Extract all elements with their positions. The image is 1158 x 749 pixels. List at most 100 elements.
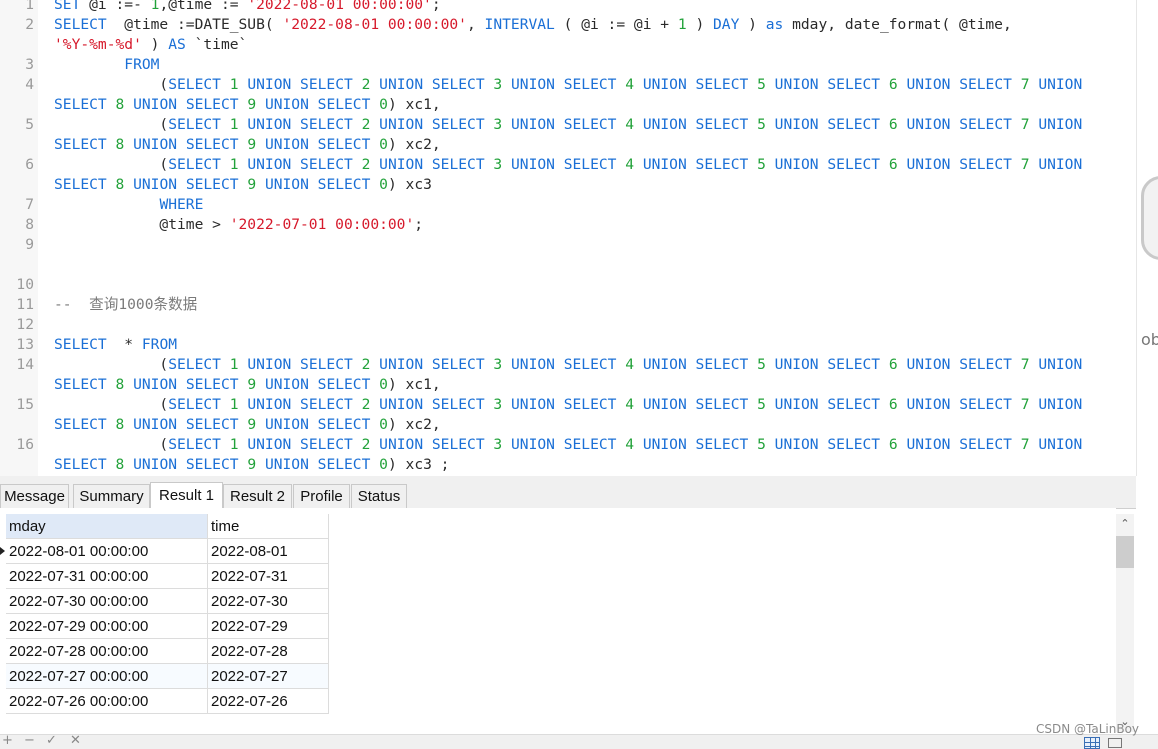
- code-token: 9: [247, 456, 257, 473]
- scroll-thumb[interactable]: [1116, 536, 1134, 568]
- table-row[interactable]: 2022-08-01 00:00:00 2022-08-01: [0, 539, 330, 564]
- code-token: SELECT: [54, 416, 107, 433]
- code-token: UNION SELECT: [642, 116, 749, 133]
- cell-time[interactable]: 2022-07-29: [208, 614, 329, 639]
- table-row[interactable]: 2022-07-26 00:00:00 2022-07-26: [0, 689, 330, 714]
- code-token: 9: [247, 96, 257, 113]
- code-token: UNION SELECT: [642, 76, 749, 93]
- scroll-up-icon[interactable]: ⌃: [1116, 516, 1134, 532]
- code-token: UNION SELECT: [511, 156, 617, 173]
- cell-time[interactable]: 2022-07-26: [208, 689, 329, 714]
- discard-changes-icon[interactable]: ✕: [70, 733, 81, 748]
- code-token: 5: [757, 436, 766, 453]
- table-row[interactable]: 2022-07-29 00:00:00 2022-07-29: [0, 614, 330, 639]
- cell-time[interactable]: 2022-07-27: [208, 664, 329, 689]
- code-token: (: [54, 116, 169, 133]
- form-view-icon[interactable]: [1108, 738, 1122, 748]
- cell-mday[interactable]: 2022-08-01 00:00:00: [6, 539, 208, 564]
- table-row[interactable]: 2022-07-31 00:00:00 2022-07-31: [0, 564, 330, 589]
- tab-summary[interactable]: Summary: [73, 484, 150, 508]
- code-token: AS: [168, 36, 186, 53]
- apply-changes-icon[interactable]: ✓: [46, 733, 57, 748]
- code-token: SELECT: [168, 76, 221, 93]
- table-row[interactable]: 2022-07-27 00:00:00 2022-07-27: [0, 664, 330, 689]
- tab-profile[interactable]: Profile: [293, 484, 350, 508]
- add-record-icon[interactable]: +: [2, 733, 13, 748]
- cell-time[interactable]: 2022-07-31: [208, 564, 329, 589]
- table-row[interactable]: 2022-07-28 00:00:00 2022-07-28: [0, 639, 330, 664]
- code-token: UNION SELECT: [379, 116, 485, 133]
- code-token: 8: [115, 136, 125, 153]
- tab-status[interactable]: Status: [351, 484, 407, 508]
- cell-time[interactable]: 2022-07-28: [208, 639, 329, 664]
- code-token: UNION SELECT: [774, 396, 881, 413]
- cell-mday[interactable]: 2022-07-29 00:00:00: [6, 614, 208, 639]
- grid-view-icon[interactable]: [1084, 737, 1100, 749]
- code-token: 3: [493, 76, 503, 93]
- tab-result-1[interactable]: Result 1: [150, 482, 223, 509]
- sql-editor[interactable]: 1 SET @i :=- 1,@time := '2022-08-01 00:00…: [0, 0, 1136, 476]
- code-token: UNION SELECT: [511, 396, 617, 413]
- cell-time[interactable]: 2022-08-01: [208, 539, 329, 564]
- cell-time[interactable]: 2022-07-30: [208, 589, 329, 614]
- code-text: (SELECT 1 UNION SELECT 2 UNION SELECT 3 …: [54, 355, 1082, 375]
- cell-mday[interactable]: 2022-07-30 00:00:00: [6, 589, 208, 614]
- cell-mday[interactable]: 2022-07-26 00:00:00: [6, 689, 208, 714]
- code-token: 8: [115, 416, 125, 433]
- results-vertical-scrollbar[interactable]: ⌃ ⌄: [1116, 514, 1134, 732]
- code-token: 8: [115, 376, 125, 393]
- tab-result-2[interactable]: Result 2: [223, 484, 292, 508]
- code-token: 1: [229, 116, 239, 133]
- code-text: SELECT @time :=DATE_SUB( '2022-08-01 00:…: [54, 15, 1012, 35]
- code-text: (SELECT 1 UNION SELECT 2 UNION SELECT 3 …: [54, 395, 1082, 415]
- code-token: 6: [888, 436, 898, 453]
- code-token: @time >: [54, 216, 230, 233]
- cell-mday[interactable]: 2022-07-31 00:00:00: [6, 564, 208, 589]
- code-token: 0: [379, 416, 388, 433]
- code-token: 1: [229, 76, 239, 93]
- code-text: -- 查询1000条数据: [54, 295, 197, 315]
- column-header-mday[interactable]: mday: [6, 514, 208, 539]
- code-text: SELECT 8 UNION SELECT 9 UNION SELECT 0) …: [54, 415, 441, 435]
- code-token: (: [54, 356, 169, 373]
- line-number: 14: [16, 356, 34, 373]
- code-token: 5: [757, 356, 766, 373]
- code-token: UNION SELECT: [133, 96, 239, 113]
- code-token: UNION SELECT: [379, 436, 485, 453]
- cell-mday[interactable]: 2022-07-27 00:00:00: [6, 664, 208, 689]
- column-header-time[interactable]: time: [208, 514, 329, 539]
- code-token: ): [739, 16, 766, 33]
- table-row[interactable]: 2022-07-30 00:00:00 2022-07-30: [0, 589, 330, 614]
- tab-message[interactable]: Message: [0, 484, 69, 508]
- code-text: SELECT 8 UNION SELECT 9 UNION SELECT 0) …: [54, 95, 441, 115]
- code-token: 5: [757, 396, 766, 413]
- code-token: @i :=-: [80, 0, 151, 13]
- delete-record-icon[interactable]: −: [24, 733, 35, 748]
- current-row-indicator-icon: [0, 547, 5, 555]
- code-token: UNION SELECT: [906, 356, 1012, 373]
- code-token: 7: [1020, 76, 1030, 93]
- code-token: '%Y-%m-%d': [54, 36, 142, 53]
- code-token: UNION SELECT: [511, 116, 617, 133]
- cell-mday[interactable]: 2022-07-28 00:00:00: [6, 639, 208, 664]
- code-token: UNION SELECT: [642, 436, 749, 453]
